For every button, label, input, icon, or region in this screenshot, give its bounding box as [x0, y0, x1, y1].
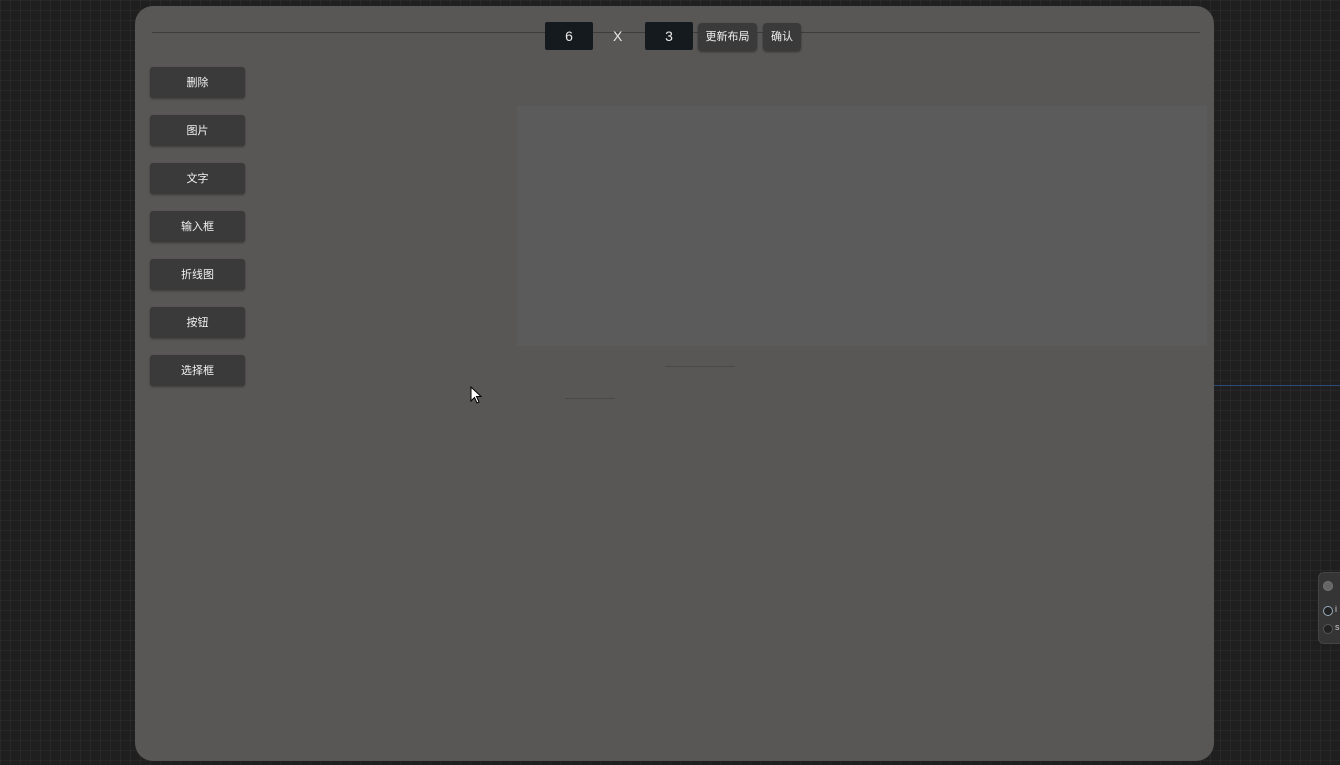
input-slot-label: s	[1335, 622, 1340, 632]
input-box-button[interactable]: 输入框	[150, 211, 245, 242]
button-widget-button[interactable]: 按钮	[150, 307, 245, 338]
link-wire	[1214, 385, 1340, 386]
input-slot-icon[interactable]	[1323, 624, 1333, 634]
columns-input[interactable]: 3	[645, 22, 693, 50]
delete-button[interactable]: 删除	[150, 67, 245, 98]
select-box-button[interactable]: 选择框	[150, 355, 245, 386]
node-collapse-dot-icon[interactable]	[1323, 581, 1333, 591]
layout-preview-area	[517, 106, 1207, 346]
mouse-pointer-icon	[470, 386, 482, 404]
dimension-separator: X	[613, 28, 623, 44]
rows-input[interactable]: 6	[545, 22, 593, 50]
update-layout-button[interactable]: 更新布局	[698, 23, 757, 51]
text-button[interactable]: 文字	[150, 163, 245, 194]
confirm-button[interactable]: 确认	[763, 23, 801, 51]
layout-editor-panel: 6 X 3 更新布局 确认 删除 图片 文字 输入框 折线图 按钮 选择框	[135, 6, 1214, 761]
input-slot-icon[interactable]	[1323, 606, 1333, 616]
partial-node[interactable]: i s	[1318, 572, 1340, 644]
divider	[565, 398, 615, 399]
line-chart-button[interactable]: 折线图	[150, 259, 245, 290]
divider	[665, 366, 735, 367]
input-slot-label: i	[1335, 604, 1337, 614]
image-button[interactable]: 图片	[150, 115, 245, 146]
